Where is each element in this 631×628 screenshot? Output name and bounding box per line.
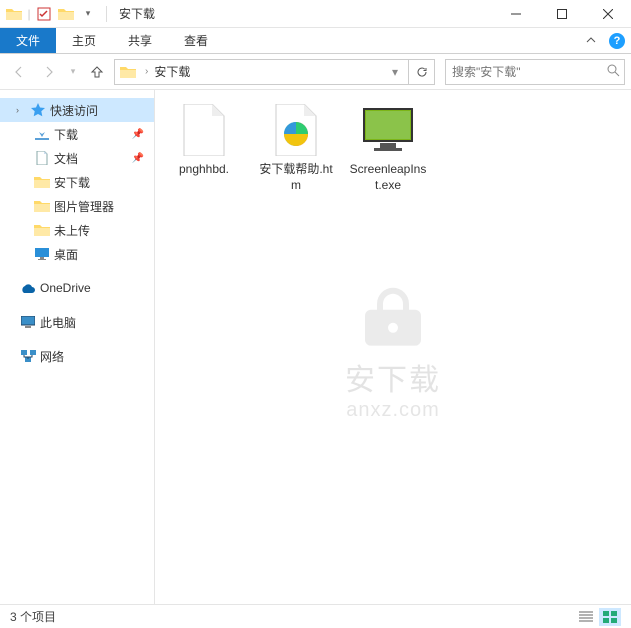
content-pane[interactable]: pnghhbd. 安下载帮助.htm ScreenleapInst.exe 安下…: [155, 90, 631, 604]
navigation-bar: ▾ › 安下载 ▾: [0, 54, 631, 90]
tab-view[interactable]: 查看: [168, 28, 224, 53]
divider: |: [26, 4, 32, 24]
pin-icon: 📌: [132, 129, 144, 140]
search-input[interactable]: [452, 65, 607, 79]
close-button[interactable]: [585, 0, 631, 28]
address-dropdown-icon[interactable]: ▾: [386, 65, 404, 79]
chevron-right-icon: ›: [16, 105, 26, 115]
tab-file[interactable]: 文件: [0, 28, 56, 53]
htm-file-icon: [268, 102, 324, 158]
document-icon: [34, 150, 50, 166]
sidebar-item-label: 下载: [54, 126, 78, 143]
navigation-pane: › 快速访问 下载 📌 文档 📌 安下载: [0, 90, 155, 604]
sidebar-item-anxz[interactable]: 安下载: [0, 170, 154, 194]
sidebar-item-label: 安下载: [54, 174, 90, 191]
star-icon: [30, 102, 46, 118]
sidebar-item-onedrive[interactable]: OneDrive: [0, 276, 154, 300]
separator: [106, 6, 107, 22]
help-icon: ?: [609, 33, 625, 49]
expand-ribbon-icon[interactable]: [579, 28, 603, 53]
forward-button[interactable]: [36, 59, 62, 85]
window-controls: [493, 0, 631, 28]
file-item[interactable]: pnghhbd.: [163, 102, 245, 193]
status-bar: 3 个项目: [0, 604, 631, 628]
sidebar-item-not-uploaded[interactable]: 未上传: [0, 218, 154, 242]
sidebar-item-quick-access[interactable]: › 快速访问: [0, 98, 154, 122]
sidebar-item-pic-manager[interactable]: 图片管理器: [0, 194, 154, 218]
refresh-button[interactable]: [409, 59, 435, 85]
file-item[interactable]: 安下载帮助.htm: [255, 102, 337, 193]
watermark: 安下载 anxz.com: [345, 286, 441, 422]
recent-dropdown-icon[interactable]: ▾: [66, 59, 80, 85]
sidebar-item-documents[interactable]: 文档 📌: [0, 146, 154, 170]
sidebar-item-this-pc[interactable]: 此电脑: [0, 310, 154, 334]
address-bar[interactable]: › 安下载 ▾: [114, 59, 409, 85]
folder-icon: [34, 198, 50, 214]
maximize-button[interactable]: [539, 0, 585, 28]
chevron-right-icon[interactable]: ›: [141, 66, 152, 77]
exe-file-icon: [360, 102, 416, 158]
sidebar-item-label: 文档: [54, 150, 78, 167]
main-area: › 快速访问 下载 📌 文档 📌 安下载: [0, 90, 631, 604]
sidebar-item-label: 网络: [40, 348, 64, 365]
quick-access-toolbar: | ▾: [0, 4, 102, 24]
help-button[interactable]: ?: [603, 28, 631, 53]
properties-icon[interactable]: [34, 4, 54, 24]
file-icon: [176, 102, 232, 158]
title-bar: | ▾ 安下载: [0, 0, 631, 28]
cloud-icon: [20, 280, 36, 296]
tab-home[interactable]: 主页: [56, 28, 112, 53]
sidebar-item-network[interactable]: 网络: [0, 344, 154, 368]
back-button[interactable]: [6, 59, 32, 85]
desktop-icon: [34, 246, 50, 262]
sidebar-item-label: 未上传: [54, 222, 90, 239]
download-icon: [34, 126, 50, 142]
details-view-button[interactable]: [575, 608, 597, 626]
folder-icon: [34, 174, 50, 190]
up-button[interactable]: [84, 59, 110, 85]
breadcrumb-item[interactable]: 安下载: [152, 63, 192, 80]
ribbon-tabs: 文件 主页 共享 查看 ?: [0, 28, 631, 54]
sidebar-item-label: 此电脑: [40, 314, 76, 331]
window-title: 安下载: [111, 5, 163, 22]
sidebar-item-downloads[interactable]: 下载 📌: [0, 122, 154, 146]
file-item[interactable]: ScreenleapInst.exe: [347, 102, 429, 193]
tab-share[interactable]: 共享: [112, 28, 168, 53]
sidebar-item-desktop[interactable]: 桌面: [0, 242, 154, 266]
sidebar-item-label: 快速访问: [50, 102, 98, 119]
sidebar-item-label: 图片管理器: [54, 198, 114, 215]
minimize-button[interactable]: [493, 0, 539, 28]
folder-icon-2: [56, 4, 76, 24]
search-icon[interactable]: [607, 64, 620, 80]
lock-icon: [357, 286, 429, 346]
file-name: 安下载帮助.htm: [255, 162, 337, 193]
sidebar-item-label: 桌面: [54, 246, 78, 263]
watermark-text: 安下载: [345, 355, 441, 399]
pc-icon: [20, 314, 36, 330]
file-list: pnghhbd. 安下载帮助.htm ScreenleapInst.exe: [163, 102, 623, 193]
qat-dropdown-icon[interactable]: ▾: [78, 4, 98, 24]
watermark-subtext: anxz.com: [345, 399, 441, 422]
network-icon: [20, 348, 36, 364]
item-count: 3 个项目: [10, 608, 56, 625]
sidebar-item-label: OneDrive: [40, 281, 91, 295]
pin-icon: 📌: [132, 153, 144, 164]
file-name: pnghhbd.: [179, 162, 229, 178]
file-name: ScreenleapInst.exe: [347, 162, 429, 193]
folder-icon: [4, 4, 24, 24]
icons-view-button[interactable]: [599, 608, 621, 626]
folder-icon: [119, 63, 137, 81]
folder-icon: [34, 222, 50, 238]
search-box[interactable]: [445, 59, 625, 85]
